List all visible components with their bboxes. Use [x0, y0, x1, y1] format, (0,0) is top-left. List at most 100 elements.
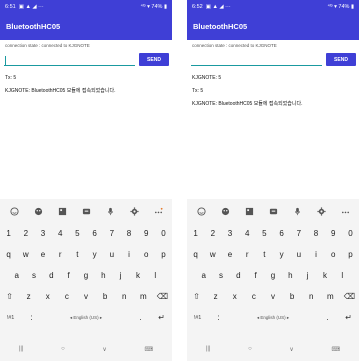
enter-key[interactable]: ↵	[151, 309, 172, 327]
key-b[interactable]: b	[283, 288, 302, 306]
key-v[interactable]: v	[263, 288, 282, 306]
key-9[interactable]: 9	[325, 225, 342, 243]
key-j[interactable]: j	[112, 267, 129, 285]
key-0[interactable]: 0	[155, 225, 172, 243]
key-q[interactable]: q	[0, 246, 17, 264]
key-5[interactable]: 5	[256, 225, 273, 243]
period-key[interactable]: .	[130, 309, 151, 327]
key-g[interactable]: g	[77, 267, 94, 285]
key-5[interactable]: 5	[69, 225, 86, 243]
settings-icon[interactable]	[315, 205, 327, 217]
key-k[interactable]: k	[316, 267, 333, 285]
more-icon[interactable]	[152, 205, 164, 217]
key-0[interactable]: 0	[342, 225, 359, 243]
key-p[interactable]: p	[342, 246, 359, 264]
sticker-icon[interactable]	[32, 205, 44, 217]
send-button[interactable]: SEND	[139, 53, 169, 66]
key-z[interactable]: z	[19, 288, 38, 306]
message-input[interactable]	[191, 55, 322, 66]
backspace-key[interactable]: ⌫	[340, 288, 359, 306]
mic-icon[interactable]	[104, 205, 116, 217]
key-i[interactable]: i	[307, 246, 324, 264]
key-u[interactable]: u	[290, 246, 307, 264]
key-f[interactable]: f	[60, 267, 77, 285]
key-c[interactable]: c	[57, 288, 76, 306]
colon-key[interactable]: :	[208, 309, 229, 327]
key-2[interactable]: 2	[17, 225, 34, 243]
symbols-key[interactable]: !#1	[0, 309, 21, 327]
send-button[interactable]: SEND	[326, 53, 356, 66]
keyboard-switch-icon[interactable]: ⌨	[144, 346, 153, 353]
period-key[interactable]: .	[317, 309, 338, 327]
home-icon[interactable]: ○	[61, 346, 65, 352]
key-o[interactable]: o	[138, 246, 155, 264]
key-u[interactable]: u	[103, 246, 120, 264]
key-a[interactable]: a	[8, 267, 25, 285]
home-icon[interactable]: ○	[248, 346, 252, 352]
clipboard-icon[interactable]	[267, 205, 279, 217]
key-l[interactable]: l	[334, 267, 351, 285]
key-7[interactable]: 7	[290, 225, 307, 243]
key-4[interactable]: 4	[52, 225, 69, 243]
key-y[interactable]: y	[273, 246, 290, 264]
emoji-smile-icon[interactable]	[195, 205, 207, 217]
key-y[interactable]: y	[86, 246, 103, 264]
key-s[interactable]: s	[25, 267, 42, 285]
key-f[interactable]: f	[247, 267, 264, 285]
key-n[interactable]: n	[302, 288, 321, 306]
key-3[interactable]: 3	[221, 225, 238, 243]
key-l[interactable]: l	[147, 267, 164, 285]
key-t[interactable]: t	[256, 246, 273, 264]
space-bar[interactable]: ◂ English (US) ▸	[229, 309, 317, 327]
back-icon[interactable]: ∨	[102, 346, 106, 353]
key-q[interactable]: q	[187, 246, 204, 264]
keyboard-switch-icon[interactable]: ⌨	[331, 346, 340, 353]
message-input[interactable]	[4, 55, 135, 66]
key-e[interactable]: e	[34, 246, 51, 264]
key-i[interactable]: i	[120, 246, 137, 264]
key-x[interactable]: x	[38, 288, 57, 306]
gif-icon[interactable]	[56, 205, 68, 217]
key-t[interactable]: t	[69, 246, 86, 264]
key-d[interactable]: d	[230, 267, 247, 285]
more-icon[interactable]	[339, 205, 351, 217]
space-bar[interactable]: ◂ English (US) ▸	[42, 309, 130, 327]
emoji-smile-icon[interactable]	[8, 205, 20, 217]
recents-icon[interactable]: |||	[19, 346, 24, 352]
settings-icon[interactable]	[128, 205, 140, 217]
key-1[interactable]: 1	[187, 225, 204, 243]
key-m[interactable]: m	[134, 288, 153, 306]
key-2[interactable]: 2	[204, 225, 221, 243]
backspace-key[interactable]: ⌫	[153, 288, 172, 306]
gif-icon[interactable]	[243, 205, 255, 217]
key-n[interactable]: n	[115, 288, 134, 306]
key-r[interactable]: r	[239, 246, 256, 264]
back-icon[interactable]: ∨	[289, 346, 293, 353]
clipboard-icon[interactable]	[80, 205, 92, 217]
key-8[interactable]: 8	[307, 225, 324, 243]
key-o[interactable]: o	[325, 246, 342, 264]
shift-key[interactable]: ⇧	[187, 288, 206, 306]
key-a[interactable]: a	[195, 267, 212, 285]
key-x[interactable]: x	[225, 288, 244, 306]
mic-icon[interactable]	[291, 205, 303, 217]
enter-key[interactable]: ↵	[338, 309, 359, 327]
colon-key[interactable]: :	[21, 309, 42, 327]
key-k[interactable]: k	[129, 267, 146, 285]
key-1[interactable]: 1	[0, 225, 17, 243]
key-m[interactable]: m	[321, 288, 340, 306]
key-p[interactable]: p	[155, 246, 172, 264]
key-h[interactable]: h	[282, 267, 299, 285]
key-s[interactable]: s	[212, 267, 229, 285]
key-w[interactable]: w	[204, 246, 221, 264]
key-w[interactable]: w	[17, 246, 34, 264]
key-j[interactable]: j	[299, 267, 316, 285]
key-g[interactable]: g	[264, 267, 281, 285]
key-c[interactable]: c	[244, 288, 263, 306]
key-v[interactable]: v	[76, 288, 95, 306]
key-9[interactable]: 9	[138, 225, 155, 243]
key-7[interactable]: 7	[103, 225, 120, 243]
key-8[interactable]: 8	[120, 225, 137, 243]
key-b[interactable]: b	[96, 288, 115, 306]
key-6[interactable]: 6	[273, 225, 290, 243]
